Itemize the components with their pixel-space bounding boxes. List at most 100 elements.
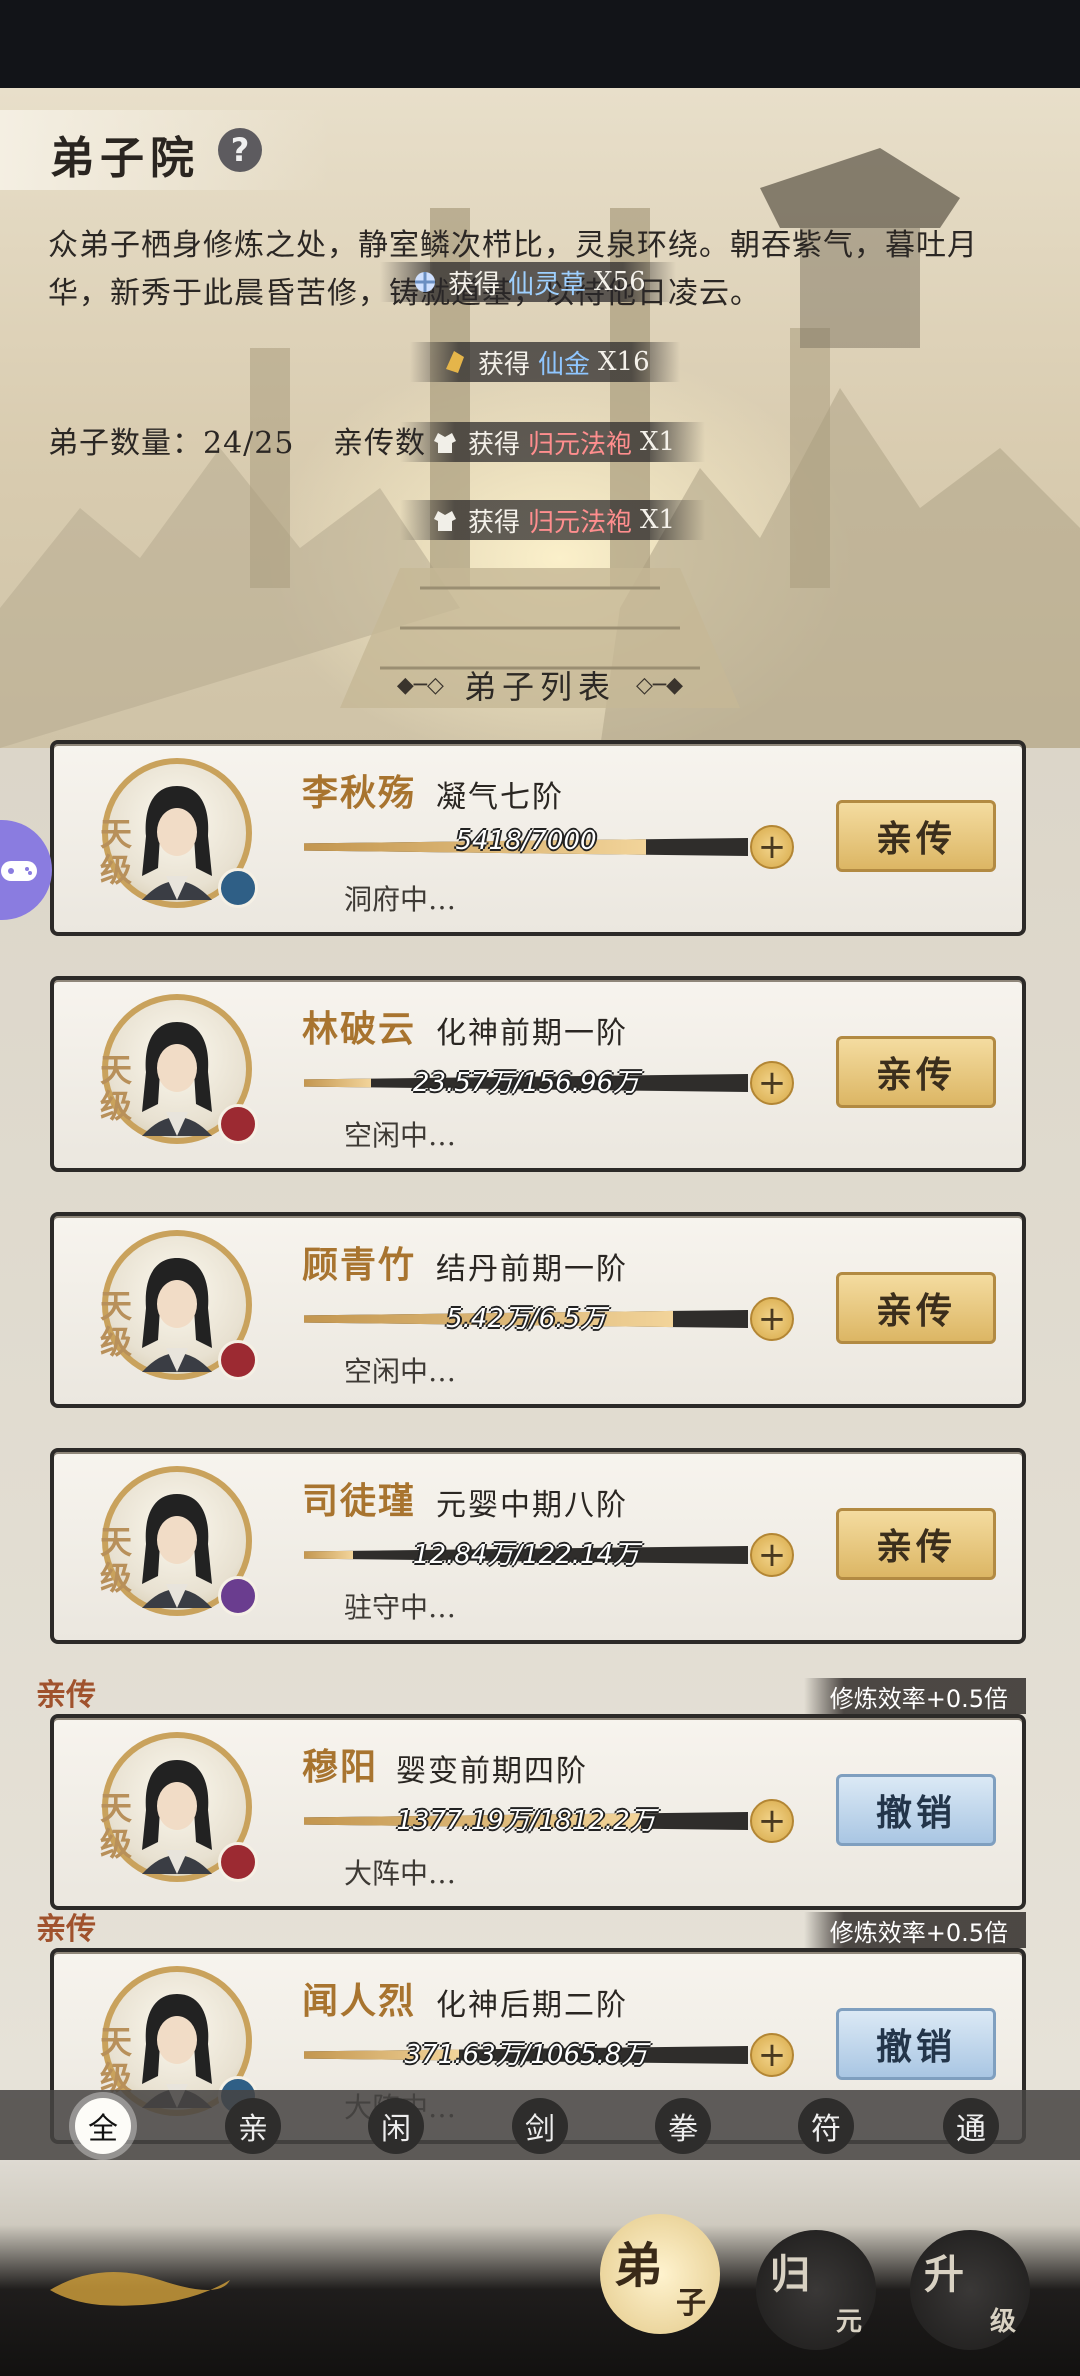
nav-disciple-button[interactable]: 弟 子	[600, 2214, 720, 2334]
efficiency-badge: 修炼效率+0.5倍	[803, 1912, 1026, 1948]
disciple-realm: 化神前期一阶	[436, 1016, 628, 1051]
disciple-realm: 化神后期二阶	[436, 1988, 628, 2023]
disciple-realm: 结丹前期一阶	[436, 1252, 628, 1287]
gold-icon	[440, 347, 470, 377]
grade-label: 天级	[99, 815, 132, 889]
toast-item: 仙金	[538, 349, 591, 380]
grade-label: 天级	[99, 1789, 132, 1863]
nav-upgrade-button[interactable]: 升 级	[910, 2230, 1030, 2350]
grade-label: 天级	[99, 2023, 132, 2097]
reward-toast: 获得 仙金 X16	[410, 342, 680, 382]
disciple-card[interactable]: 天级 穆阳 婴变前期四阶 1377.19万/1812.2万 + 大阵中… 撤销	[50, 1714, 1026, 1910]
list-title: 弟子列表	[463, 668, 616, 706]
add-progress-button[interactable]: +	[750, 1533, 794, 1577]
nav-upgrade-big: 升	[924, 2251, 964, 2298]
efficiency-badge: 修炼效率+0.5倍	[803, 1678, 1026, 1714]
nav-guiyuan-button[interactable]: 归 元	[756, 2230, 876, 2350]
qinchuan-tag: 亲传	[36, 1912, 96, 1947]
list-header: ◆─◇ 弟子列表 ◇─◆	[330, 658, 750, 712]
portrait-icon	[142, 1258, 212, 1372]
toast-item: 归元法袍	[528, 429, 633, 460]
disciple-name: 闻人烈	[302, 1980, 417, 2022]
progress-text: 1377.19万/1812.2万	[396, 1806, 656, 1836]
progress-text: 5418/7000	[455, 826, 597, 856]
disciple-name: 林破云	[302, 1008, 417, 1050]
add-progress-button[interactable]: +	[750, 2033, 794, 2077]
add-progress-button[interactable]: +	[750, 825, 794, 869]
add-progress-button[interactable]: +	[750, 1061, 794, 1105]
revoke-button[interactable]: 撤销	[836, 1774, 996, 1846]
disciple-card[interactable]: 天级 司徒瑾 元婴中期八阶 12.84万/122.14万 + 驻守中… 亲传	[50, 1448, 1026, 1644]
toast-item: 归元法袍	[528, 507, 633, 538]
ornament-right-icon: ◇─◆	[636, 672, 684, 698]
element-icon	[218, 1576, 258, 1616]
reward-toast: 获得 归元法袍 X1	[400, 500, 706, 540]
reward-toast: 获得 仙灵草 X56	[380, 262, 676, 302]
element-icon	[218, 1842, 258, 1882]
brush-decoration-icon	[50, 2272, 230, 2306]
qinchuan-button[interactable]: 亲传	[836, 800, 996, 872]
qinchuan-button[interactable]: 亲传	[836, 1036, 996, 1108]
disciple-card[interactable]: 天级 林破云 化神前期一阶 23.57万/156.96万 + 空闲中… 亲传	[50, 976, 1026, 1172]
toast-qty: X56	[594, 267, 646, 297]
portrait-icon	[142, 1494, 212, 1608]
ornament-left-icon: ◆─◇	[396, 672, 444, 698]
disciple-status: 大阵中…	[344, 1857, 457, 1890]
filter-tab[interactable]: 符	[798, 2098, 854, 2154]
disciple-status: 洞府中…	[344, 883, 457, 916]
disciple-card[interactable]: 天级 李秋殇 凝气七阶 5418/7000 + 洞府中… 亲传	[50, 740, 1026, 936]
filter-tab[interactable]: 亲	[225, 2098, 281, 2154]
grade-label: 天级	[99, 1523, 132, 1597]
filter-tab[interactable]: 闲	[368, 2098, 424, 2154]
qinchuan-button[interactable]: 亲传	[836, 1508, 996, 1580]
disciple-realm: 婴变前期四阶	[396, 1754, 588, 1789]
progress-text: 371.63万/1065.8万	[404, 2040, 648, 2070]
revoke-button[interactable]: 撤销	[836, 2008, 996, 2080]
portrait-icon	[142, 1022, 212, 1136]
qinchuan-tag: 亲传	[36, 1678, 96, 1713]
herb-icon	[410, 267, 440, 297]
filter-tab[interactable]: 全	[75, 2098, 131, 2154]
disciple-status: 空闲中…	[344, 1355, 457, 1388]
toast-prefix: 获得	[468, 507, 521, 538]
grade-label: 天级	[99, 1287, 132, 1361]
filter-tab[interactable]: 通	[943, 2098, 999, 2154]
toast-prefix: 获得	[468, 429, 521, 460]
toast-prefix: 获得	[448, 269, 501, 300]
toast-qty: X16	[598, 347, 650, 377]
filter-tab[interactable]: 剑	[512, 2098, 568, 2154]
progress-text: 12.84万/122.14万	[412, 1540, 640, 1570]
disciple-status: 空闲中…	[344, 1119, 457, 1152]
page-title: 弟子院	[50, 133, 200, 184]
filter-tab[interactable]: 拳	[655, 2098, 711, 2154]
qinchuan-button[interactable]: 亲传	[836, 1272, 996, 1344]
robe-icon	[430, 505, 460, 535]
nav-disciple-small: 子	[676, 2286, 706, 2321]
gamepad-icon	[1, 861, 37, 881]
disciple-name: 穆阳	[302, 1746, 379, 1788]
element-icon	[218, 1104, 258, 1144]
robe-icon	[430, 427, 460, 457]
toast-item: 仙灵草	[508, 269, 587, 300]
nav-guiyuan-small: 元	[835, 2307, 862, 2337]
help-icon[interactable]: ?	[218, 128, 262, 172]
add-progress-button[interactable]: +	[750, 1297, 794, 1341]
portrait-icon	[142, 1760, 212, 1874]
add-progress-button[interactable]: +	[750, 1799, 794, 1843]
status-bar	[0, 0, 1080, 88]
element-icon	[218, 1340, 258, 1380]
disciple-name: 顾青竹	[302, 1244, 417, 1286]
disciple-count: 弟子数量：24/25 亲传数	[48, 418, 426, 462]
progress-text: 23.57万/156.96万	[412, 1068, 640, 1098]
element-icon	[218, 868, 258, 908]
disciple-status: 驻守中…	[344, 1591, 457, 1624]
reward-toast: 获得 归元法袍 X1	[400, 422, 706, 462]
disciple-name: 司徒瑾	[302, 1480, 417, 1522]
nav-upgrade-small: 级	[989, 2307, 1016, 2337]
toast-prefix: 获得	[478, 349, 531, 380]
disciple-card[interactable]: 天级 顾青竹 结丹前期一阶 5.42万/6.5万 + 空闲中… 亲传	[50, 1212, 1026, 1408]
portrait-icon	[142, 786, 212, 900]
nav-disciple-big: 弟	[614, 2238, 663, 2294]
toast-qty: X1	[640, 427, 676, 457]
nav-guiyuan-big: 归	[770, 2251, 810, 2298]
